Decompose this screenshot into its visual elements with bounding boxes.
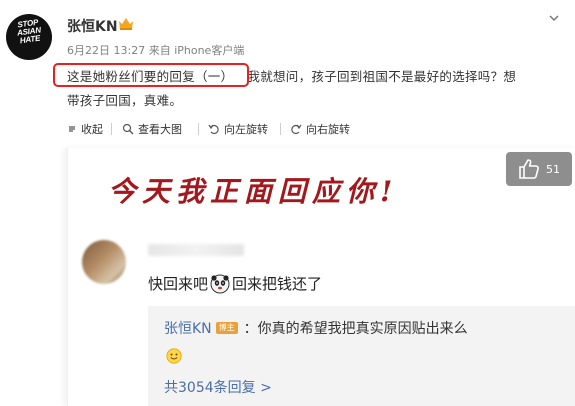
view-large-button[interactable]: 查看大图 [122, 119, 182, 139]
toolbar-divider [111, 123, 112, 135]
reply-line: 张恒KN 博主 ：你真的希望我把真实原因贴出来么 [164, 318, 468, 338]
collapse-icon [69, 126, 75, 132]
like-count: 51 [546, 162, 560, 176]
rotate-right-icon [291, 124, 302, 135]
commenter-avatar-blurred [82, 240, 126, 284]
toolbar-divider [198, 123, 199, 135]
thumbs-up-icon [519, 159, 539, 179]
reply-box: 张恒KN 博主 ：你真的希望我把真实原因贴出来么 共3054条回复 > [148, 306, 575, 406]
post-timestamp[interactable]: 6月22日 13:27 [67, 44, 145, 57]
reply-text: ：你真的希望我把真实原因贴出来么 [243, 321, 468, 337]
username[interactable]: 张恒KN [67, 16, 118, 36]
chevron-down-icon[interactable] [549, 14, 559, 22]
author-badge: 博主 [215, 322, 238, 334]
rotate-right-button[interactable]: 向右旋转 [290, 119, 350, 139]
collapse-button[interactable]: 收起 [67, 119, 103, 139]
more-replies-link[interactable]: 共3054条回复 > [164, 377, 272, 397]
toolbar-divider [280, 123, 281, 135]
avatar-logo-text: STOP ASIAN HATE [16, 17, 42, 46]
reply-author[interactable]: 张恒KN [164, 318, 212, 338]
view-large-label: 查看大图 [138, 123, 182, 136]
comment-text-part-2: 回来把钱还了 [232, 275, 323, 293]
post-text-rest: 我就想问，孩子回到祖国不是最好的选择吗？想 [247, 69, 517, 84]
comment-text: 快回来吧 回来把钱还了 [148, 273, 322, 294]
post-meta: 6月22日 13:27 来自 iPhone客户端 [67, 42, 244, 58]
rotate-left-label: 向左旋转 [224, 123, 268, 136]
zoom-icon [122, 123, 134, 135]
comment-text-part-1: 快回来吧 [148, 275, 209, 293]
post-source: 来自 iPhone客户端 [148, 44, 245, 57]
red-highlight-box [53, 63, 249, 87]
post-image[interactable]: 今天我正面回应你! 51 快回来吧 回来把钱还了 张恒KN 博主 ：你真的希望我… [67, 148, 575, 406]
rotate-left-button[interactable]: 向左旋转 [208, 119, 268, 139]
rotate-right-label: 向右旋转 [306, 123, 350, 136]
smile-emoji-icon [166, 348, 182, 364]
image-title-text: 今天我正面回应你! [108, 175, 399, 208]
panda-emoji-icon [210, 274, 230, 293]
collapse-label: 收起 [81, 123, 103, 136]
avatar[interactable]: STOP ASIAN HATE [6, 14, 52, 60]
reply-fade-overlay [468, 306, 575, 346]
commenter-name-blurred [148, 244, 244, 256]
vip-crown-icon [119, 18, 133, 30]
post-text-line-2: 带孩子回国，真难。 [67, 93, 183, 108]
rotate-left-icon [208, 124, 219, 135]
like-button[interactable]: 51 [506, 152, 572, 186]
